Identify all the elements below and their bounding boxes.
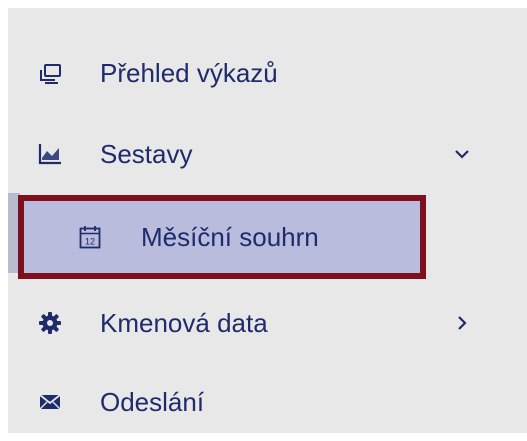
sidebar-subitem-mesicni-souhrn[interactable]: 12 Měsíční souhrn [18,195,426,279]
calendar-icon: 12 [79,226,101,249]
sidebar-item-sestavy[interactable]: Sestavy [8,122,527,186]
sidebar-item-label: Sestavy [100,138,193,169]
chevron-right-icon [458,316,467,330]
sidebar-item-label: Odeslání [100,386,205,417]
svg-text:12: 12 [85,237,95,247]
sidebar-subitem-label: Měsíční souhrn [141,221,319,252]
report-overview-icon [38,61,62,85]
chart-icon [38,142,62,166]
sidebar-item-label: Přehled výkazů [100,57,278,88]
sidebar-item-prehled-vykazu[interactable]: Přehled výkazů [8,41,527,105]
sidebar-item-odeslani[interactable]: Odeslání [8,370,527,434]
gear-icon [38,311,62,335]
sidebar-nav: Přehled výkazů Sestavy 12 Měsíční souhrn [8,8,527,433]
sidebar-item-label: Kmenová data [100,307,268,338]
chevron-down-icon [455,150,469,159]
envelope-icon [38,390,62,414]
sidebar-item-kmenova-data[interactable]: Kmenová data [8,291,527,355]
